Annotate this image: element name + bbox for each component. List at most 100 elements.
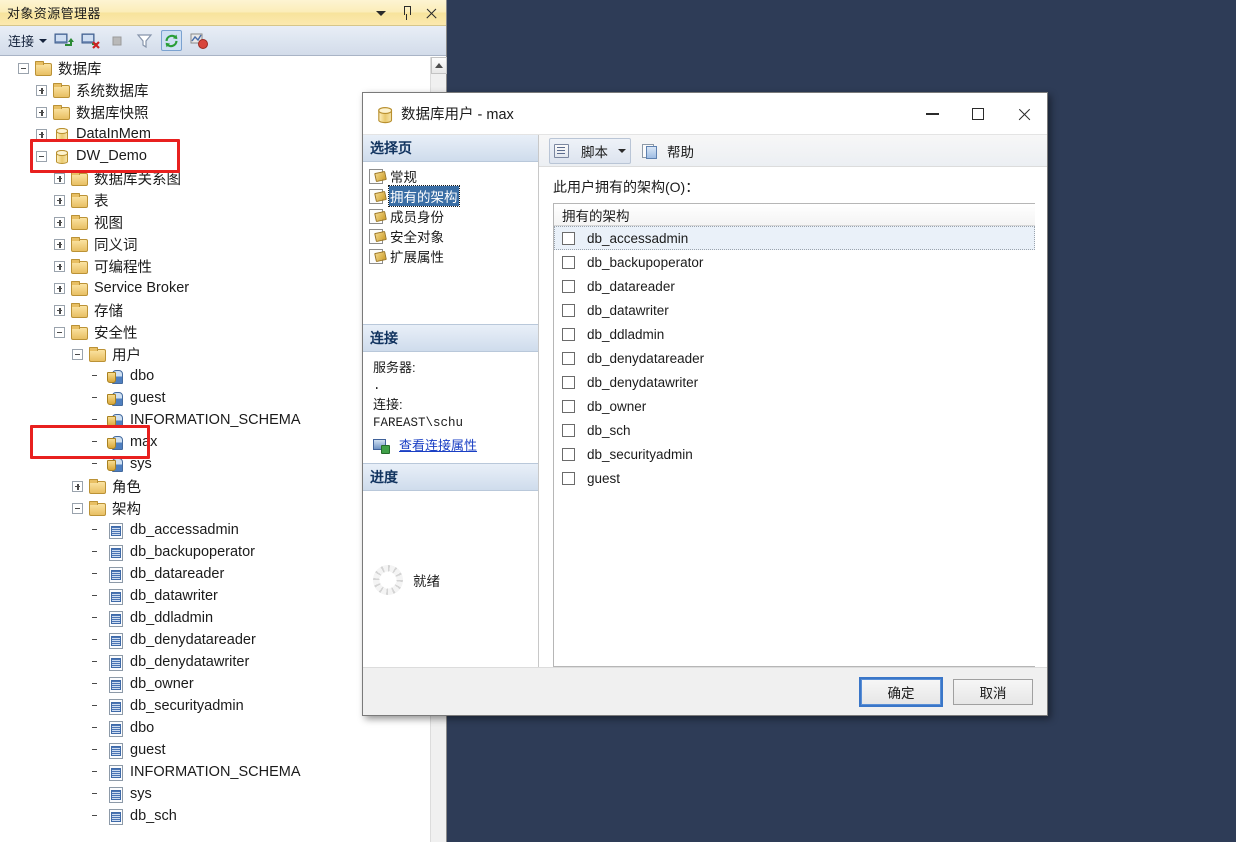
tree-node-label: 表 [94,193,109,210]
close-icon[interactable] [424,5,438,21]
window-menu-dropdown-icon[interactable] [374,5,388,21]
tree-node-label: DataInMem [76,126,151,142]
folder-icon [52,104,70,120]
tree-node[interactable]: guest [0,739,446,761]
expand-icon[interactable] [54,238,65,250]
tree-leaf-spacer [90,525,101,536]
collapse-icon[interactable] [72,502,83,514]
row-checkbox[interactable] [562,471,575,485]
select-page-item[interactable]: 拥有的架构 [369,185,538,207]
tree-node-label: 存储 [94,303,123,320]
connect-object-explorer-icon[interactable] [53,30,75,51]
tree-leaf-spacer [90,459,101,470]
expand-icon[interactable] [54,172,65,184]
row-checkbox[interactable] [562,327,575,341]
folder-icon [70,170,88,186]
select-page-list[interactable]: 常规 拥有的架构 成员身份 安全对象 扩展属性 [363,162,538,324]
view-connection-properties-link[interactable]: 查看连接属性 [399,437,477,456]
tree-node-label: sys [130,786,152,802]
grid-row[interactable]: db_datawriter [554,298,1035,322]
tree-leaf-spacer [90,415,101,426]
help-button[interactable]: 帮助 [637,139,698,163]
row-checkbox[interactable] [562,231,575,245]
maximize-icon[interactable] [955,93,1001,135]
row-checkbox[interactable] [562,303,575,317]
row-checkbox[interactable] [562,351,575,365]
tree-node[interactable]: sys [0,783,446,805]
dialog-window-buttons [909,93,1047,135]
grid-row[interactable]: db_securityadmin [554,442,1035,466]
progress-status: 就绪 [413,574,440,590]
view-connection-properties-row[interactable]: 查看连接属性 [373,437,530,456]
grid-row[interactable]: db_denydatawriter [554,370,1035,394]
grid-row[interactable]: db_backupoperator [554,250,1035,274]
grid-row[interactable]: db_owner [554,394,1035,418]
tree-node[interactable]: dbo [0,717,446,739]
expand-icon[interactable] [72,480,83,492]
tree-node[interactable]: INFORMATION_SCHEMA [0,761,446,783]
grid-rows[interactable]: db_accessadmin db_backupoperator db_datare… [554,226,1035,666]
collapse-icon[interactable] [54,326,65,338]
object-explorer-toolbar: 连接 [0,26,446,56]
cancel-button[interactable]: 取消 [953,678,1033,705]
row-checkbox[interactable] [562,423,575,437]
minimize-icon[interactable] [909,93,955,135]
expand-icon[interactable] [54,216,65,228]
chevron-down-icon[interactable] [618,148,626,153]
row-checkbox[interactable] [562,447,575,461]
expand-icon[interactable] [54,304,65,316]
close-icon[interactable] [1001,93,1047,135]
expand-icon[interactable] [36,128,47,140]
expand-icon[interactable] [54,194,65,206]
expand-icon[interactable] [36,106,47,118]
tree-node-label: INFORMATION_SCHEMA [130,764,301,780]
collapse-icon[interactable] [18,62,29,74]
row-checkbox[interactable] [562,255,575,269]
tree-node-label: 视图 [94,215,123,232]
scroll-up-arrow-icon[interactable] [431,57,447,74]
collapse-icon[interactable] [36,150,47,162]
expand-icon[interactable] [36,84,47,96]
grid-row[interactable]: db_sch [554,418,1035,442]
refresh-icon[interactable] [161,30,183,51]
grid-row[interactable]: db_accessadmin [554,226,1035,250]
grid-row[interactable]: db_ddladmin [554,322,1035,346]
help-label: 帮助 [667,144,694,160]
grid-row-label: db_sch [587,422,631,438]
folder-icon [70,258,88,274]
schema-icon [106,786,124,803]
auto-hide-pin-icon[interactable] [399,5,413,21]
collapse-icon[interactable] [72,348,83,360]
tree-leaf-spacer [90,767,101,778]
grid-row-label: db_ddladmin [587,326,665,342]
expand-icon[interactable] [54,260,65,272]
row-checkbox[interactable] [562,279,575,293]
tree-leaf-spacer [90,635,101,646]
tree-node[interactable]: db_sch [0,805,446,827]
select-page-item[interactable]: 扩展属性 [369,246,538,266]
owned-schemas-grid[interactable]: 拥有的架构 db_accessadmin db_backupoperator db_… [553,203,1035,667]
folder-icon [70,236,88,252]
grid-row[interactable]: guest [554,466,1035,490]
disconnect-object-explorer-icon[interactable] [80,30,101,51]
row-checkbox[interactable] [562,399,575,413]
folder-icon [88,478,106,494]
grid-row[interactable]: db_denydatareader [554,346,1035,370]
activity-monitor-icon[interactable] [188,30,209,51]
script-button[interactable]: 脚本 [549,137,631,164]
connect-button[interactable]: 连接 [8,31,48,50]
schema-icon [106,742,124,759]
expand-icon[interactable] [54,282,65,294]
ok-button[interactable]: 确定 [861,678,941,705]
filter-icon[interactable] [134,30,155,51]
row-checkbox[interactable] [562,375,575,389]
object-explorer-title-buttons [374,0,442,26]
folder-icon [70,214,88,230]
grid-row[interactable]: db_datareader [554,274,1035,298]
select-page-item[interactable]: 常规 [369,166,538,186]
schema-icon [106,698,124,715]
select-page-item[interactable]: 安全对象 [369,226,538,246]
connection-header: 连接 [363,323,538,352]
tree-node[interactable]: 数据库 [0,57,446,79]
select-page-item[interactable]: 成员身份 [369,206,538,226]
